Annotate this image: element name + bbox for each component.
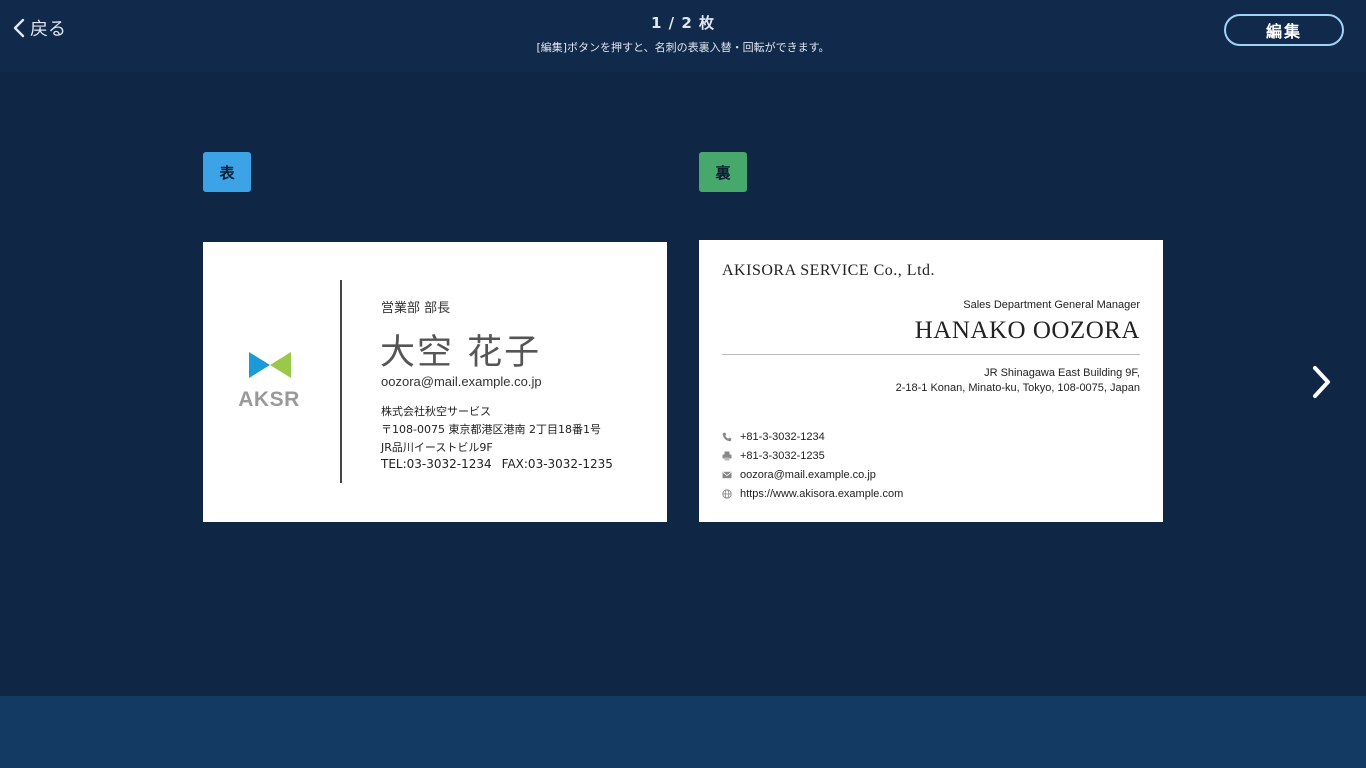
contact-fax: +81-3-3032-1235: [722, 449, 825, 463]
edit-button[interactable]: 編集: [1224, 14, 1344, 46]
email-text-en: oozora@mail.example.co.jp: [740, 469, 876, 481]
phone-fax-line: TEL:03-3032-1234 FAX:03-3032-1235: [381, 457, 613, 471]
footer-bar: [0, 696, 1366, 768]
person-name-en: HANAKO OOZORA: [914, 317, 1140, 344]
header-bar: 戻る 1 / 2 枚 [編集]ボタンを押すと、名刺の表裏入替・回転ができます。 …: [0, 0, 1366, 72]
job-title-en: Sales Department General Manager: [963, 299, 1140, 311]
contact-email: oozora@mail.example.co.jp: [722, 468, 876, 482]
email-text: oozora@mail.example.co.jp: [381, 374, 542, 389]
card-divider: [340, 280, 342, 483]
person-name: 大空 花子: [380, 333, 542, 373]
address-line-1: 〒108-0075 東京都港区港南 2丁目18番1号: [381, 423, 601, 436]
contact-phone: +81-3-3032-1234: [722, 430, 825, 444]
next-page-button[interactable]: [1304, 362, 1338, 406]
page-count: 1 / 2 枚: [650, 14, 716, 32]
front-side-badge: 表: [203, 152, 251, 192]
back-side-badge: 裏: [699, 152, 747, 192]
address-line-2-en: 2-18-1 Konan, Minato-ku, Tokyo, 108-0075…: [895, 382, 1140, 394]
company-logo-icon: [249, 352, 291, 382]
business-card-back[interactable]: AKISORA SERVICE Co., Ltd. Sales Departme…: [699, 240, 1163, 522]
company-logo-text: AKSR: [238, 388, 300, 411]
edit-hint-text: [編集]ボタンを押すと、名刺の表裏入替・回転ができます。: [536, 41, 830, 54]
card-divider-h: [722, 354, 1140, 355]
address-line-2: JR品川イーストビル9F: [381, 441, 493, 454]
phone-text: +81-3-3032-1234: [740, 431, 825, 443]
fax-icon: [722, 451, 740, 461]
globe-icon: [722, 489, 740, 499]
phone-icon: [722, 432, 740, 442]
web-url-text: https://www.akisora.example.com: [740, 488, 904, 500]
address-line-1-en: JR Shinagawa East Building 9F,: [984, 367, 1140, 379]
company-name-en: AKISORA SERVICE Co., Ltd.: [722, 262, 936, 279]
mail-icon: [722, 470, 740, 480]
fax-text: FAX:03-3032-1235: [501, 457, 613, 471]
company-name: 株式会社秋空サービス: [381, 405, 491, 418]
fax-text-en: +81-3-3032-1235: [740, 450, 825, 462]
job-title: 営業部 部長: [381, 301, 451, 316]
contact-web: https://www.akisora.example.com: [722, 487, 903, 501]
chevron-right-icon: [1309, 362, 1333, 406]
tel-text: TEL:03-3032-1234: [381, 457, 492, 471]
business-card-front[interactable]: AKSR 営業部 部長 大空 花子 oozora@mail.example.co…: [203, 242, 667, 522]
